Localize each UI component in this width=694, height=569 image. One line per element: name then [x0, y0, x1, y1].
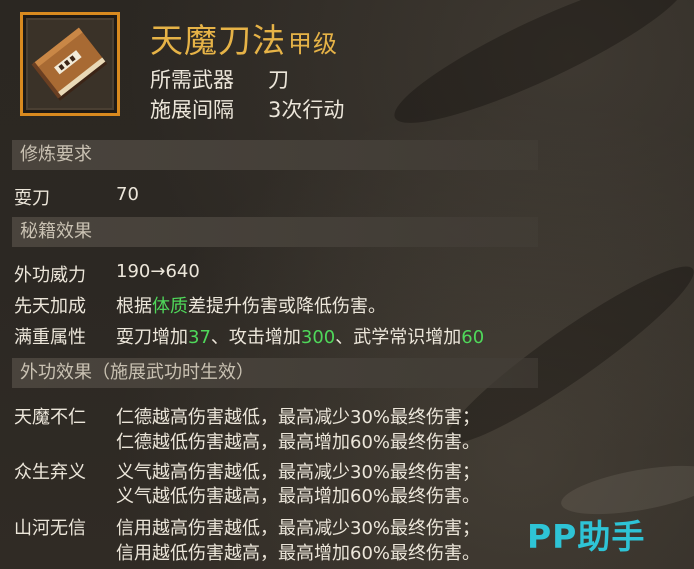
skill-grade: 甲级 — [288, 30, 338, 58]
innate-highlight: 体质 — [152, 296, 188, 317]
full-value: 耍刀增加37、攻击增加300、武学常识增加60 — [116, 323, 484, 349]
skill-name: 天魔刀法 — [150, 21, 286, 60]
outer-effect-line: 信用越高伤害越低，最高减少30%最终伤害； — [116, 518, 481, 539]
requirement-value: 70 — [116, 184, 139, 205]
full-number: 60 — [461, 327, 485, 348]
outer-effect-line: 义气越高伤害越低，最高减少30%最终伤害； — [116, 462, 481, 483]
outer-effect-label: 众生弃义 — [14, 462, 86, 483]
outer-effect-line: 信用越低伤害越高，最高增加60%最终伤害。 — [116, 543, 481, 564]
outer-effect-line: 仁德越高伤害越低，最高减少30%最终伤害； — [116, 407, 481, 428]
full-text: 、武学常识增加 — [335, 327, 462, 348]
full-number: 300 — [300, 327, 336, 348]
interval-value: 3次行动 — [268, 98, 345, 122]
outer-effect-line: 义气越低伤害越高，最高增加60%最终伤害。 — [116, 486, 481, 507]
weapon-value: 刀 — [268, 68, 289, 92]
interval-row: 施展间隔 3次行动 — [150, 94, 344, 124]
outer-effect-line: 仁德越低伤害越高，最高增加60%最终伤害。 — [116, 432, 481, 453]
interval-label: 施展间隔 — [150, 98, 234, 122]
innate-label: 先天加成 — [14, 296, 86, 317]
full-number: 37 — [188, 327, 211, 348]
power-value: 190→640 — [116, 261, 200, 282]
skill-icon-frame[interactable] — [20, 12, 120, 116]
full-text: 、攻击增加 — [210, 327, 301, 348]
weapon-label: 所需武器 — [150, 68, 234, 92]
full-text: 耍刀增加 — [116, 327, 188, 348]
weapon-row: 所需武器 刀 — [150, 64, 289, 94]
requirement-label: 耍刀 — [14, 188, 50, 209]
book-icon — [31, 27, 108, 101]
power-label: 外功威力 — [14, 265, 86, 286]
outer-effects-header: 外功效果（施展武功时生效） — [12, 358, 538, 388]
innate-text: 根据 — [116, 296, 152, 317]
skill-title: 天魔刀法甲级 — [150, 14, 338, 62]
requirements-header: 修炼要求 — [12, 140, 538, 170]
full-label: 满重属性 — [14, 327, 86, 348]
innate-text: 差提升伤害或降低伤害。 — [188, 296, 386, 317]
effects-header: 秘籍效果 — [12, 217, 538, 247]
outer-effect-label: 山河无信 — [14, 518, 86, 539]
outer-effect-label: 天魔不仁 — [14, 407, 86, 428]
watermark-logo: PP助手 — [527, 517, 646, 556]
innate-value: 根据体质差提升伤害或降低伤害。 — [116, 292, 386, 318]
